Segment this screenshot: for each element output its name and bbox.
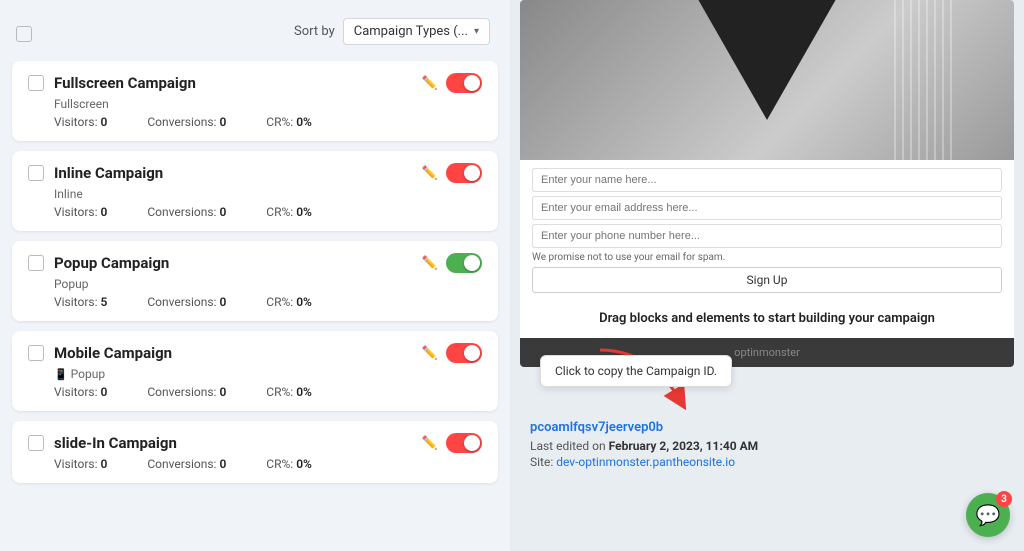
edit-icon-popup[interactable]: ✏️ [422, 256, 438, 271]
cr-fullscreen: CR%: 0% [266, 115, 312, 129]
campaign-list: Fullscreen Campaign ✏️ Fullscreen Visito… [12, 61, 498, 483]
last-edited: Last edited on February 2, 2023, 11:40 A… [530, 439, 1014, 453]
chat-button[interactable]: 💬 3 [966, 493, 1010, 537]
conversions-popup: Conversions: 0 [147, 295, 226, 309]
edit-icon-inline[interactable]: ✏️ [422, 166, 438, 181]
card-left: Inline Campaign [28, 164, 163, 182]
card-right: ✏️ [422, 163, 482, 183]
card-stats-mobile: Visitors: 0 Conversions: 0 CR%: 0% [28, 385, 482, 399]
last-edited-prefix: Last edited on [530, 439, 606, 453]
card-title-popup: Popup Campaign [54, 254, 169, 272]
email-input[interactable] [532, 196, 1002, 220]
toggle-slidein[interactable] [446, 433, 482, 453]
site-url-link[interactable]: dev-optinmonster.pantheonsite.io [556, 455, 735, 469]
card-type-inline: Inline [28, 187, 482, 201]
edit-icon-slidein[interactable]: ✏️ [422, 436, 438, 451]
edit-icon-fullscreen[interactable]: ✏️ [422, 76, 438, 91]
toggle-popup[interactable] [446, 253, 482, 273]
card-left: Popup Campaign [28, 254, 169, 272]
select-all-checkbox[interactable] [16, 26, 32, 42]
left-panel: Sort by Campaign Types (... ▾ Fullscreen… [0, 0, 510, 551]
preview-cta: Drag blocks and elements to start buildi… [520, 305, 1014, 338]
name-input[interactable] [532, 168, 1002, 192]
campaign-id-link[interactable]: pcoamlfqsv7jeervep0b [530, 420, 1014, 435]
campaign-card-fullscreen: Fullscreen Campaign ✏️ Fullscreen Visito… [12, 61, 498, 141]
visitors-fullscreen: Visitors: 0 [54, 115, 107, 129]
sort-value: Campaign Types (... [354, 24, 468, 39]
top-row: Sort by Campaign Types (... ▾ [12, 10, 498, 57]
card-right: ✏️ [422, 433, 482, 453]
toggle-inline[interactable] [446, 163, 482, 183]
card-stats-inline: Visitors: 0 Conversions: 0 CR%: 0% [28, 205, 482, 219]
card-left: Fullscreen Campaign [28, 74, 196, 92]
visitors-mobile: Visitors: 0 [54, 385, 107, 399]
conversions-inline: Conversions: 0 [147, 205, 226, 219]
card-stats-popup: Visitors: 5 Conversions: 0 CR%: 0% [28, 295, 482, 309]
sort-dropdown[interactable]: Campaign Types (... ▾ [343, 18, 490, 45]
card-header: Popup Campaign ✏️ [28, 253, 482, 273]
chat-icon: 💬 [976, 503, 1001, 527]
spam-note: We promise not to use your email for spa… [532, 252, 1002, 263]
card-title-mobile: Mobile Campaign [54, 344, 172, 362]
cr-popup: CR%: 0% [266, 295, 312, 309]
cr-mobile: CR%: 0% [266, 385, 312, 399]
visitors-slidein: Visitors: 0 [54, 457, 107, 471]
campaign-info: pcoamlfqsv7jeervep0b Last edited on Febr… [530, 420, 1014, 469]
campaign-card-slidein: slide-In Campaign ✏️ Visitors: 0 Convers… [12, 421, 498, 483]
card-header: Inline Campaign ✏️ [28, 163, 482, 183]
card-stats-slidein: Visitors: 0 Conversions: 0 CR%: 0% [28, 457, 482, 471]
campaign-card-mobile: Mobile Campaign ✏️ 📱 Popup Visitors: 0 C… [12, 331, 498, 411]
card-checkbox-mobile[interactable] [28, 345, 44, 361]
preview-form: We promise not to use your email for spa… [520, 160, 1014, 305]
card-type-mobile: 📱 Popup [28, 367, 482, 381]
conversions-fullscreen: Conversions: 0 [147, 115, 226, 129]
chat-badge: 3 [996, 491, 1012, 507]
card-title-fullscreen: Fullscreen Campaign [54, 74, 196, 92]
card-checkbox-fullscreen[interactable] [28, 75, 44, 91]
card-checkbox-popup[interactable] [28, 255, 44, 271]
card-header: slide-In Campaign ✏️ [28, 433, 482, 453]
right-panel: We promise not to use your email for spa… [510, 0, 1024, 551]
card-left: slide-In Campaign [28, 434, 177, 452]
card-right: ✏️ [422, 253, 482, 273]
card-header: Mobile Campaign ✏️ [28, 343, 482, 363]
signup-button[interactable]: Sign Up [532, 267, 1002, 293]
campaign-card-popup: Popup Campaign ✏️ Popup Visitors: 5 Conv… [12, 241, 498, 321]
card-right: ✏️ [422, 343, 482, 363]
card-checkbox-slidein[interactable] [28, 435, 44, 451]
visitors-inline: Visitors: 0 [54, 205, 107, 219]
card-title-inline: Inline Campaign [54, 164, 163, 182]
card-header: Fullscreen Campaign ✏️ [28, 73, 482, 93]
card-right: ✏️ [422, 73, 482, 93]
edit-icon-mobile[interactable]: ✏️ [422, 346, 438, 361]
tooltip-text: Click to copy the Campaign ID. [555, 364, 717, 378]
campaign-card-inline: Inline Campaign ✏️ Inline Visitors: 0 Co… [12, 151, 498, 231]
toggle-fullscreen[interactable] [446, 73, 482, 93]
site-label: Site: dev-optinmonster.pantheonsite.io [530, 455, 1014, 469]
cr-inline: CR%: 0% [266, 205, 312, 219]
tooltip-box: Click to copy the Campaign ID. [540, 355, 732, 387]
card-checkbox-inline[interactable] [28, 165, 44, 181]
visitors-popup: Visitors: 5 [54, 295, 107, 309]
chevron-down-icon: ▾ [474, 26, 479, 37]
card-type-fullscreen: Fullscreen [28, 97, 482, 111]
card-stats-fullscreen: Visitors: 0 Conversions: 0 CR%: 0% [28, 115, 482, 129]
preview-image [520, 0, 1014, 160]
sort-bar: Sort by Campaign Types (... ▾ [290, 10, 494, 57]
last-edited-date: February 2, 2023, 11:40 AM [609, 439, 759, 453]
card-type-popup: Popup [28, 277, 482, 291]
card-left: Mobile Campaign [28, 344, 172, 362]
conversions-slidein: Conversions: 0 [147, 457, 226, 471]
campaign-preview: We promise not to use your email for spa… [520, 0, 1014, 367]
toggle-mobile[interactable] [446, 343, 482, 363]
card-title-slidein: slide-In Campaign [54, 434, 177, 452]
cr-slidein: CR%: 0% [266, 457, 312, 471]
conversions-mobile: Conversions: 0 [147, 385, 226, 399]
sort-label: Sort by [294, 24, 335, 39]
phone-input[interactable] [532, 224, 1002, 248]
